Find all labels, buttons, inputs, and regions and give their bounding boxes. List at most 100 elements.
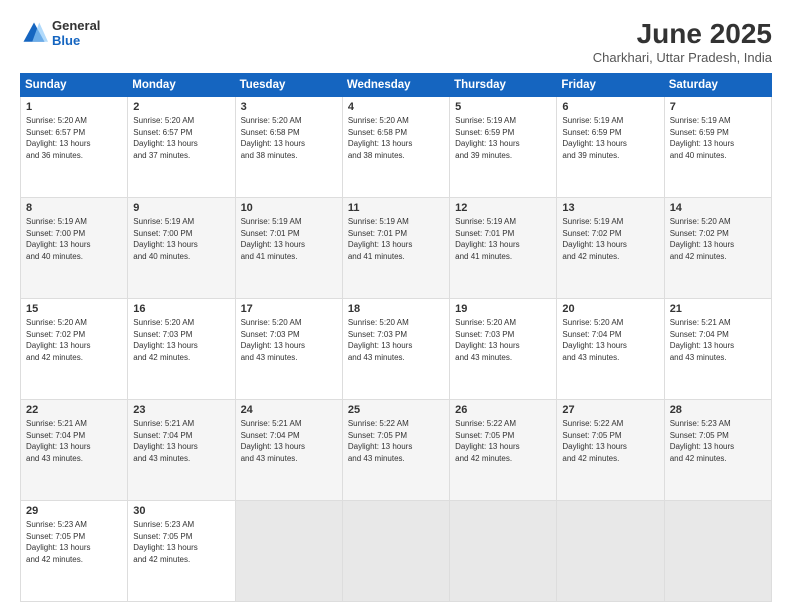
day-number: 17 xyxy=(241,303,337,315)
calendar-cell: 30 Sunrise: 5:23 AMSunset: 7:05 PMDayligh… xyxy=(128,501,235,602)
day-number: 19 xyxy=(455,303,551,315)
calendar-cell: 12 Sunrise: 5:19 AMSunset: 7:01 PMDayligh… xyxy=(450,198,557,299)
calendar-cell xyxy=(450,501,557,602)
day-number: 25 xyxy=(348,404,444,416)
cell-info: Sunrise: 5:21 AMSunset: 7:04 PMDaylight:… xyxy=(670,317,766,363)
day-number: 28 xyxy=(670,404,766,416)
cell-info: Sunrise: 5:19 AMSunset: 7:01 PMDaylight:… xyxy=(455,216,551,262)
day-number: 24 xyxy=(241,404,337,416)
day-number: 27 xyxy=(562,404,658,416)
month-title: June 2025 xyxy=(593,18,772,50)
day-number: 1 xyxy=(26,101,122,113)
calendar-cell: 9Sunrise: 5:19 AMSunset: 7:00 PMDaylight… xyxy=(128,198,235,299)
day-number: 8 xyxy=(26,202,122,214)
weekday-header-saturday: Saturday xyxy=(664,74,771,97)
cell-info: Sunrise: 5:19 AMSunset: 6:59 PMDaylight:… xyxy=(455,115,551,161)
day-number: 29 xyxy=(26,505,122,517)
cell-info: Sunrise: 5:23 AMSunset: 7:05 PMDaylight:… xyxy=(670,418,766,464)
calendar-table: SundayMondayTuesdayWednesdayThursdayFrid… xyxy=(20,73,772,602)
logo: General Blue xyxy=(20,18,100,48)
calendar-cell: 1 Sunrise: 5:20 AMSunset: 6:57 PMDaylight… xyxy=(21,97,128,198)
weekday-header-friday: Friday xyxy=(557,74,664,97)
calendar-cell xyxy=(235,501,342,602)
weekday-header-thursday: Thursday xyxy=(450,74,557,97)
calendar-cell: 4Sunrise: 5:20 AMSunset: 6:58 PMDaylight… xyxy=(342,97,449,198)
page: General Blue June 2025 Charkhari, Uttar … xyxy=(0,0,792,612)
calendar-cell: 17 Sunrise: 5:20 AMSunset: 7:03 PMDayligh… xyxy=(235,299,342,400)
calendar-week-row: 8 Sunrise: 5:19 AMSunset: 7:00 PMDaylight… xyxy=(21,198,772,299)
day-number: 22 xyxy=(26,404,122,416)
cell-info: Sunrise: 5:20 AMSunset: 7:03 PMDaylight:… xyxy=(241,317,337,363)
weekday-header-wednesday: Wednesday xyxy=(342,74,449,97)
calendar-cell: 19 Sunrise: 5:20 AMSunset: 7:03 PMDayligh… xyxy=(450,299,557,400)
day-number: 14 xyxy=(670,202,766,214)
logo-icon xyxy=(20,19,48,47)
calendar-cell: 2Sunrise: 5:20 AMSunset: 6:57 PMDaylight… xyxy=(128,97,235,198)
cell-info: Sunrise: 5:20 AMSunset: 7:02 PMDaylight:… xyxy=(26,317,122,363)
cell-info: Sunrise: 5:20 AMSunset: 6:57 PMDaylight:… xyxy=(26,115,122,161)
day-number: 15 xyxy=(26,303,122,315)
title-block: June 2025 Charkhari, Uttar Pradesh, Indi… xyxy=(593,18,772,65)
weekday-header-monday: Monday xyxy=(128,74,235,97)
calendar-cell: 15 Sunrise: 5:20 AMSunset: 7:02 PMDayligh… xyxy=(21,299,128,400)
weekday-header-tuesday: Tuesday xyxy=(235,74,342,97)
calendar-cell: 3Sunrise: 5:20 AMSunset: 6:58 PMDaylight… xyxy=(235,97,342,198)
calendar-cell: 21 Sunrise: 5:21 AMSunset: 7:04 PMDayligh… xyxy=(664,299,771,400)
cell-info: Sunrise: 5:22 AMSunset: 7:05 PMDaylight:… xyxy=(348,418,444,464)
cell-info: Sunrise: 5:23 AMSunset: 7:05 PMDaylight:… xyxy=(26,519,122,565)
calendar-cell: 11Sunrise: 5:19 AMSunset: 7:01 PMDayligh… xyxy=(342,198,449,299)
cell-info: Sunrise: 5:20 AMSunset: 7:03 PMDaylight:… xyxy=(348,317,444,363)
day-number: 6 xyxy=(562,101,658,113)
calendar-cell: 20Sunrise: 5:20 AMSunset: 7:04 PMDayligh… xyxy=(557,299,664,400)
cell-info: Sunrise: 5:19 AMSunset: 7:01 PMDaylight:… xyxy=(348,216,444,262)
cell-info: Sunrise: 5:19 AMSunset: 6:59 PMDaylight:… xyxy=(670,115,766,161)
calendar-cell: 6 Sunrise: 5:19 AMSunset: 6:59 PMDaylight… xyxy=(557,97,664,198)
day-number: 9 xyxy=(133,202,229,214)
cell-info: Sunrise: 5:23 AMSunset: 7:05 PMDaylight:… xyxy=(133,519,229,565)
day-number: 5 xyxy=(455,101,551,113)
day-number: 10 xyxy=(241,202,337,214)
cell-info: Sunrise: 5:21 AMSunset: 7:04 PMDaylight:… xyxy=(26,418,122,464)
cell-info: Sunrise: 5:19 AMSunset: 7:02 PMDaylight:… xyxy=(562,216,658,262)
calendar-cell: 7 Sunrise: 5:19 AMSunset: 6:59 PMDaylight… xyxy=(664,97,771,198)
day-number: 7 xyxy=(670,101,766,113)
weekday-header-row: SundayMondayTuesdayWednesdayThursdayFrid… xyxy=(21,74,772,97)
calendar-week-row: 29 Sunrise: 5:23 AMSunset: 7:05 PMDayligh… xyxy=(21,501,772,602)
calendar-cell: 28 Sunrise: 5:23 AMSunset: 7:05 PMDayligh… xyxy=(664,400,771,501)
calendar-cell: 10Sunrise: 5:19 AMSunset: 7:01 PMDayligh… xyxy=(235,198,342,299)
cell-info: Sunrise: 5:20 AMSunset: 7:03 PMDaylight:… xyxy=(133,317,229,363)
calendar-cell: 26Sunrise: 5:22 AMSunset: 7:05 PMDayligh… xyxy=(450,400,557,501)
cell-info: Sunrise: 5:19 AMSunset: 7:00 PMDaylight:… xyxy=(26,216,122,262)
calendar-cell: 23Sunrise: 5:21 AMSunset: 7:04 PMDayligh… xyxy=(128,400,235,501)
calendar-cell: 13Sunrise: 5:19 AMSunset: 7:02 PMDayligh… xyxy=(557,198,664,299)
calendar-cell: 18Sunrise: 5:20 AMSunset: 7:03 PMDayligh… xyxy=(342,299,449,400)
weekday-header-sunday: Sunday xyxy=(21,74,128,97)
location: Charkhari, Uttar Pradesh, India xyxy=(593,50,772,65)
cell-info: Sunrise: 5:22 AMSunset: 7:05 PMDaylight:… xyxy=(455,418,551,464)
calendar-week-row: 15 Sunrise: 5:20 AMSunset: 7:02 PMDayligh… xyxy=(21,299,772,400)
cell-info: Sunrise: 5:20 AMSunset: 7:04 PMDaylight:… xyxy=(562,317,658,363)
calendar-cell xyxy=(557,501,664,602)
calendar-cell: 16Sunrise: 5:20 AMSunset: 7:03 PMDayligh… xyxy=(128,299,235,400)
calendar-cell xyxy=(664,501,771,602)
cell-info: Sunrise: 5:20 AMSunset: 7:03 PMDaylight:… xyxy=(455,317,551,363)
calendar-cell: 24 Sunrise: 5:21 AMSunset: 7:04 PMDayligh… xyxy=(235,400,342,501)
calendar-cell: 27 Sunrise: 5:22 AMSunset: 7:05 PMDayligh… xyxy=(557,400,664,501)
day-number: 21 xyxy=(670,303,766,315)
cell-info: Sunrise: 5:22 AMSunset: 7:05 PMDaylight:… xyxy=(562,418,658,464)
cell-info: Sunrise: 5:21 AMSunset: 7:04 PMDaylight:… xyxy=(241,418,337,464)
day-number: 12 xyxy=(455,202,551,214)
header: General Blue June 2025 Charkhari, Uttar … xyxy=(20,18,772,65)
calendar-cell: 22 Sunrise: 5:21 AMSunset: 7:04 PMDayligh… xyxy=(21,400,128,501)
cell-info: Sunrise: 5:19 AMSunset: 6:59 PMDaylight:… xyxy=(562,115,658,161)
day-number: 2 xyxy=(133,101,229,113)
calendar-cell: 25 Sunrise: 5:22 AMSunset: 7:05 PMDayligh… xyxy=(342,400,449,501)
calendar-week-row: 1 Sunrise: 5:20 AMSunset: 6:57 PMDaylight… xyxy=(21,97,772,198)
cell-info: Sunrise: 5:20 AMSunset: 6:58 PMDaylight:… xyxy=(241,115,337,161)
calendar-cell: 29 Sunrise: 5:23 AMSunset: 7:05 PMDayligh… xyxy=(21,501,128,602)
calendar-cell: 5 Sunrise: 5:19 AMSunset: 6:59 PMDaylight… xyxy=(450,97,557,198)
cell-info: Sunrise: 5:20 AMSunset: 6:58 PMDaylight:… xyxy=(348,115,444,161)
day-number: 30 xyxy=(133,505,229,517)
logo-blue-text: Blue xyxy=(52,33,100,48)
calendar-cell: 14Sunrise: 5:20 AMSunset: 7:02 PMDayligh… xyxy=(664,198,771,299)
